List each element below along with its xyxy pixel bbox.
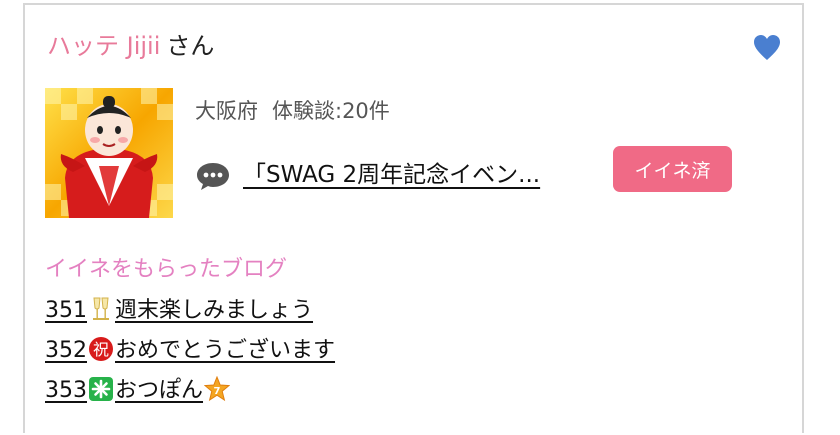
location-text: 大阪府 (195, 99, 258, 123)
svg-text:祝: 祝 (93, 340, 109, 359)
blog-link-353[interactable]: 353 おつぽん 7 (45, 376, 335, 416)
blog-title: おつぽん (115, 378, 204, 403)
user-honorific: さん (166, 32, 215, 60)
liked-button[interactable]: イイネ済 (613, 146, 732, 192)
star-7-icon: 7 (204, 376, 231, 402)
champagne-icon (93, 297, 109, 320)
blog-link-351[interactable]: 351 週末楽しみましょう (45, 296, 335, 336)
blog-number: 351 (45, 298, 87, 323)
blog-title: おめでとうございます (115, 338, 336, 363)
sparkle-icon (89, 377, 113, 401)
user-card: ハッテ Jijii さん 大阪府 体験談:20件 「SWAG 2周年記念イベン.… (23, 3, 804, 433)
favorite-heart-icon[interactable] (752, 33, 782, 63)
profile-meta: 大阪府 体験談:20件 (195, 97, 390, 125)
svg-text:7: 7 (214, 386, 221, 397)
latest-post-link[interactable]: 「SWAG 2周年記念イベン... (243, 158, 540, 192)
liked-blogs-heading: イイネをもらったブログ (45, 257, 288, 282)
blog-link-352[interactable]: 352 祝 おめでとうございます (45, 336, 335, 376)
experience-count: 体験談:20件 (272, 99, 390, 123)
user-name-row: ハッテ Jijii さん (47, 31, 214, 61)
blog-number: 353 (45, 378, 87, 403)
blog-number: 352 (45, 338, 87, 363)
avatar[interactable] (45, 88, 173, 218)
blog-title: 週末楽しみましょう (115, 298, 314, 323)
celebration-kanji-icon: 祝 (89, 337, 113, 361)
comment-bubble-icon (197, 163, 229, 190)
user-name-link[interactable]: ハッテ Jijii (47, 32, 160, 60)
liked-blog-list: 351 週末楽しみましょう 352 祝 おめでとうございます 353 おつぽん … (45, 296, 335, 416)
